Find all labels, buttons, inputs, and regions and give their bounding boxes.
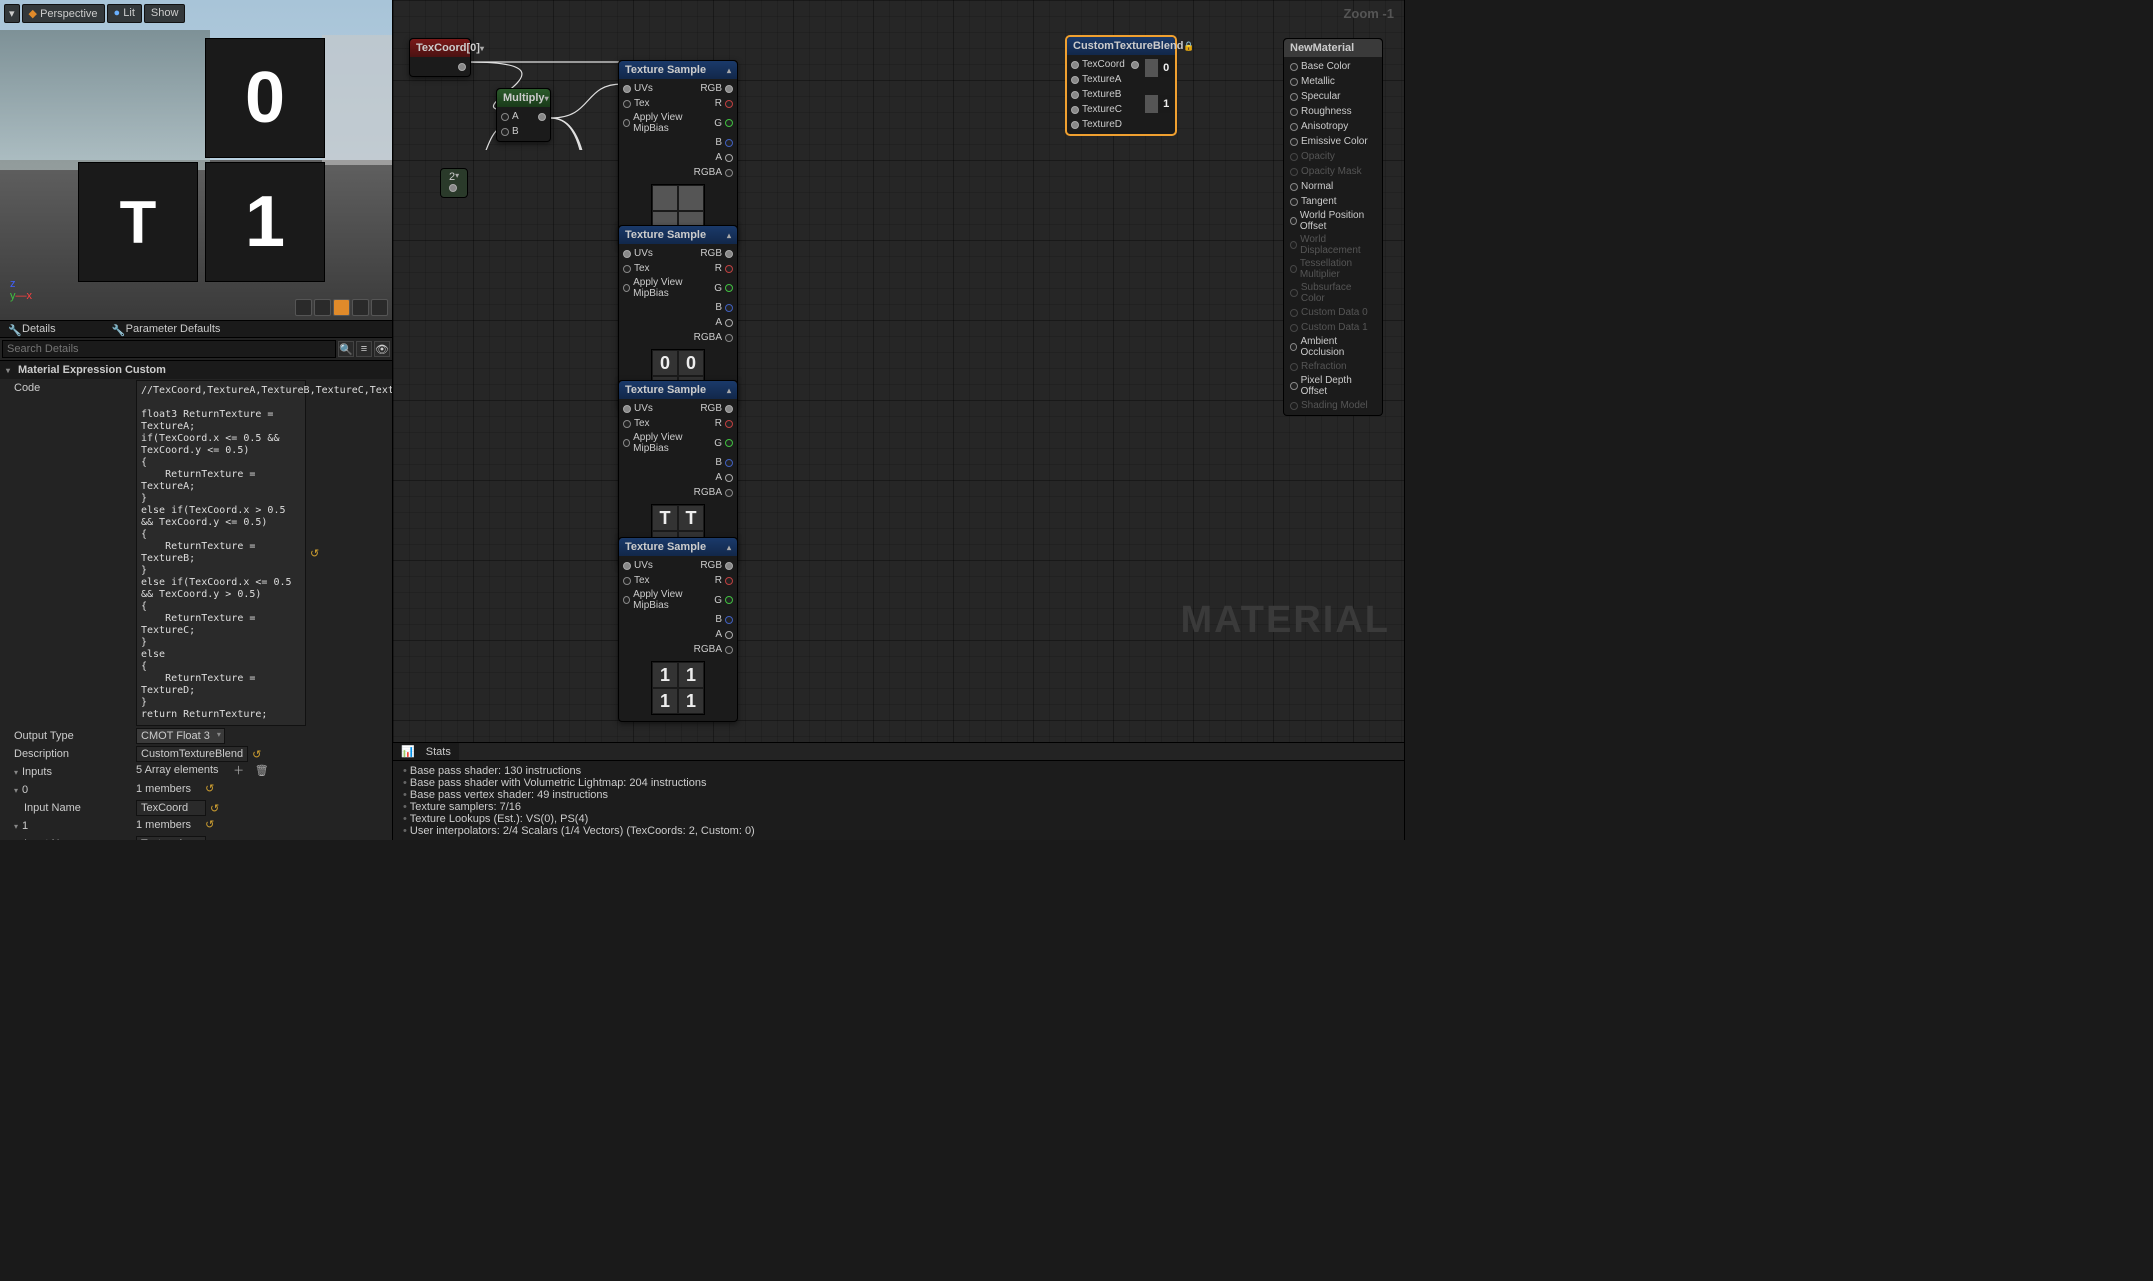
stats-line: Base pass shader with Volumetric Lightma… <box>403 777 1394 789</box>
vp-option-5[interactable] <box>371 299 388 316</box>
details-panel: ▾Material Expression Custom Code //TexCo… <box>0 360 392 840</box>
vp-option-4[interactable] <box>352 299 369 316</box>
custom-preview: 01 <box>1145 59 1173 130</box>
output-pin-label: Refraction <box>1301 361 1347 372</box>
output-type-dropdown[interactable]: CMOT Float 3 <box>136 728 225 744</box>
output-pin-label: Opacity Mask <box>1301 166 1362 177</box>
output-pin-label: Custom Data 1 <box>1301 322 1368 333</box>
params-icon: 🔧 <box>112 324 122 334</box>
output-pin-label: Tessellation Multiplier <box>1300 258 1376 280</box>
viewport-menu-dropdown[interactable]: ▾ <box>4 4 20 23</box>
details-tab[interactable]: 🔧Details <box>0 321 64 337</box>
viewport[interactable]: 0 1 T zy—x ▾ ◆ Perspective ● Lit Show <box>0 0 392 320</box>
cube-0: 0 <box>205 38 325 158</box>
custom-texture-blend-node[interactable]: CustomTextureBlend🔒 TexCoord TextureA Te… <box>1066 36 1176 135</box>
output-pin-label: Base Color <box>1301 61 1350 72</box>
perspective-button[interactable]: ◆ Perspective <box>22 4 105 23</box>
output-pin-label: Metallic <box>1301 76 1335 87</box>
input-name-label: Input Name <box>0 800 136 816</box>
output-pin-label: Specular <box>1301 91 1340 102</box>
eye-icon[interactable]: 👁 <box>374 341 390 357</box>
viewport-scene: 0 1 T zy—x <box>0 0 392 320</box>
input-name-field[interactable]: TexCoord <box>136 800 206 816</box>
inputs-count: 5 Array elements <box>136 764 219 776</box>
filter-icon[interactable]: ≡ <box>356 341 372 357</box>
multiply-node[interactable]: Multiply▾ A B <box>496 88 551 142</box>
output-pin-label: Normal <box>1301 181 1333 192</box>
vp-option-1[interactable] <box>295 299 312 316</box>
output-pin-label: World Position Offset <box>1300 210 1376 232</box>
reset-icon[interactable]: ↺ <box>210 838 219 841</box>
lit-button[interactable]: ● Lit <box>107 4 142 23</box>
stats-panel: 📊 Stats Base pass shader: 130 instructio… <box>393 742 1404 840</box>
stats-icon: 📊 <box>401 745 415 758</box>
code-label: Code <box>0 380 136 396</box>
output-pin-label: Pixel Depth Offset <box>1301 375 1376 397</box>
vp-option-3[interactable] <box>333 299 350 316</box>
inputs-label: ▾Inputs <box>0 764 136 780</box>
reset-icon[interactable]: ↺ <box>210 802 219 815</box>
output-pin-label: World Displacement <box>1300 234 1376 256</box>
cube-t: T <box>78 162 198 282</box>
description-input[interactable]: CustomTextureBlend <box>136 746 248 762</box>
param-defaults-tab[interactable]: 🔧Parameter Defaults <box>104 321 229 337</box>
stats-tab[interactable]: 📊 Stats <box>393 743 459 760</box>
cube-1: 1 <box>205 162 325 282</box>
output-pin-label: Anisotropy <box>1301 121 1348 132</box>
section-material-expression-custom[interactable]: ▾Material Expression Custom <box>0 360 392 379</box>
search-input[interactable] <box>2 340 336 358</box>
stats-line: Texture samplers: 7/16 <box>403 801 1394 813</box>
output-pin-label: Ambient Occlusion <box>1300 336 1376 358</box>
output-pin-label: Opacity <box>1301 151 1335 162</box>
stats-line: Base pass vertex shader: 49 instructions <box>403 789 1394 801</box>
reset-code-icon[interactable]: ↺ <box>310 547 319 560</box>
clear-inputs-icon[interactable]: 🗑 <box>256 764 268 776</box>
search-icon[interactable]: 🔍 <box>338 341 354 357</box>
description-label: Description <box>0 746 136 762</box>
output-pin-label: Custom Data 0 <box>1301 307 1368 318</box>
vp-option-2[interactable] <box>314 299 331 316</box>
show-button[interactable]: Show <box>144 4 186 23</box>
output-pin-label: Emissive Color <box>1301 136 1368 147</box>
lock-icon: 🔒 <box>1183 41 1194 52</box>
output-pin-label: Roughness <box>1301 106 1352 117</box>
axis-gizmo: zy—x <box>10 278 32 302</box>
stats-line: User interpolators: 2/4 Scalars (1/4 Vec… <box>403 825 1394 837</box>
constant-node[interactable]: 2▾ <box>440 168 468 198</box>
input-name-label: Input Name <box>0 836 136 840</box>
texture-sample-node-0[interactable]: Texture Sample▴ UVsRGB TexR Apply View M… <box>618 60 738 245</box>
input-name-field[interactable]: TextureA <box>136 836 206 840</box>
output-type-label: Output Type <box>0 728 136 744</box>
reset-desc-icon[interactable]: ↺ <box>252 748 261 761</box>
material-watermark: MATERIAL <box>1181 599 1391 642</box>
output-pin-label: Subsurface Color <box>1301 282 1376 304</box>
output-pin-label: Tangent <box>1301 196 1337 207</box>
stats-line: Base pass shader: 130 instructions <box>403 765 1394 777</box>
chevron-down-icon[interactable]: ▾ <box>480 44 484 53</box>
right-dock-sliver[interactable] <box>1404 0 1412 840</box>
material-output-node[interactable]: NewMaterial Base ColorMetallicSpecularRo… <box>1283 38 1383 416</box>
texcoord-node[interactable]: TexCoord[0]▾ <box>409 38 471 77</box>
graph-canvas[interactable]: Zoom -1 MATERIAL TexCoord[0]▾ <box>393 0 1404 742</box>
texture-sample-node-3[interactable]: Texture Sample▴ UVsRGB TexR Apply View M… <box>618 537 738 722</box>
details-icon: 🔧 <box>8 324 18 334</box>
zoom-label: Zoom -1 <box>1343 6 1394 21</box>
stats-line: Texture Lookups (Est.): VS(0), PS(4) <box>403 813 1394 825</box>
output-pin-label: Shading Model <box>1301 400 1368 411</box>
reset-icon[interactable]: ↺ <box>205 782 214 795</box>
code-textarea[interactable]: //TexCoord,TextureA,TextureB,TextureC,Te… <box>136 380 306 726</box>
reset-icon[interactable]: ↺ <box>205 818 214 831</box>
add-input-icon[interactable]: ＋ <box>233 764 245 776</box>
